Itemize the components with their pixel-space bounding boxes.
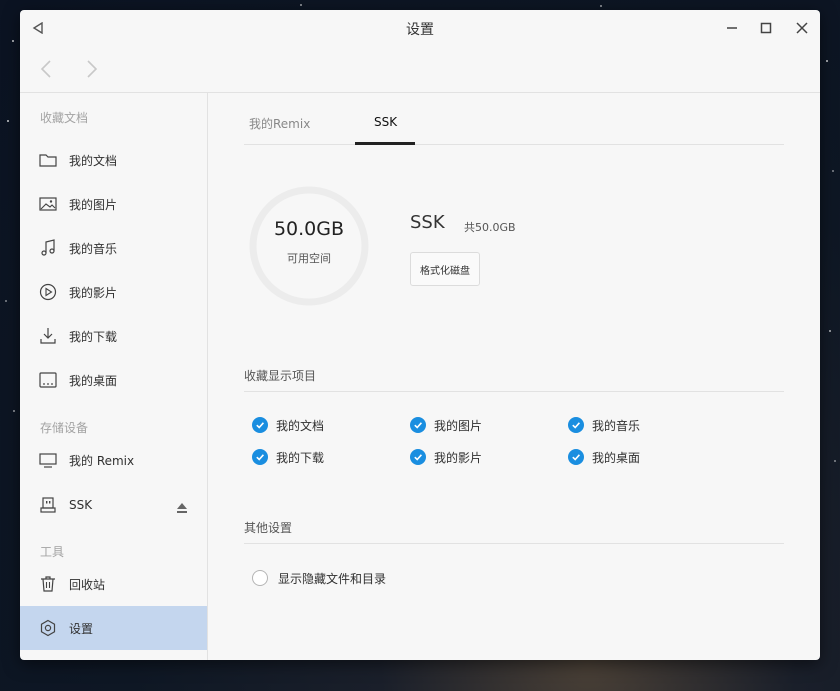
sidebar-item-music[interactable]: 我的音乐 [20, 226, 207, 270]
sidebar-item-label: 我的音乐 [69, 241, 118, 256]
favorites-section-title: 收藏文档 [40, 111, 89, 125]
sidebar-item-label: 我的桌面 [69, 373, 118, 388]
sidebar-item-trash[interactable]: 回收站 [20, 562, 207, 606]
checkbox-show-documents[interactable]: 我的文档 [252, 416, 324, 434]
other-settings-section-title: 其他设置 [244, 521, 293, 535]
video-icon [38, 282, 58, 302]
display-items-section-title: 收藏显示项目 [244, 369, 317, 383]
free-space-value: 50.0GB [273, 218, 345, 240]
back-arrow-icon[interactable] [36, 58, 58, 80]
sidebar-item-documents[interactable]: 我的文档 [20, 138, 207, 182]
sidebar-item-remix[interactable]: 我的 Remix [20, 438, 207, 482]
checkbox-label: 我的音乐 [592, 418, 641, 433]
sidebar-item-label: 我的下载 [69, 329, 118, 344]
settings-icon [38, 618, 58, 638]
monitor-icon [38, 450, 58, 470]
image-icon [38, 194, 58, 214]
checkbox-label: 我的图片 [434, 418, 483, 433]
unchecked-radio-icon [252, 570, 268, 586]
sidebar-item-label: 我的 Remix [69, 453, 135, 468]
check-icon [568, 449, 584, 465]
eject-icon[interactable] [175, 499, 189, 513]
checkbox-show-pictures[interactable]: 我的图片 [410, 416, 482, 434]
folder-icon [38, 150, 58, 170]
sidebar-item-downloads[interactable]: 我的下载 [20, 314, 207, 358]
maximize-button[interactable] [756, 18, 776, 38]
sidebar-item-settings[interactable]: 设置 [20, 606, 207, 650]
title-bar: 设置 [20, 10, 820, 46]
usb-drive-icon [38, 495, 58, 515]
active-tab-indicator [355, 142, 415, 145]
checkbox-show-videos[interactable]: 我的影片 [410, 448, 482, 466]
forward-arrow-icon[interactable] [80, 58, 102, 80]
checkbox-show-music[interactable]: 我的音乐 [568, 416, 640, 434]
window-title: 设置 [406, 22, 434, 38]
section-divider [244, 391, 784, 392]
checkbox-label: 我的桌面 [592, 450, 641, 465]
settings-window: 设置 收藏文档 我的文档 我的图片 我的音乐 我的影片 我的下载 我的桌面 存储… [20, 10, 820, 660]
download-icon [38, 326, 58, 346]
sidebar-item-label: 我的影片 [69, 285, 118, 300]
check-icon [410, 417, 426, 433]
sidebar: 收藏文档 我的文档 我的图片 我的音乐 我的影片 我的下载 我的桌面 存储设备 … [20, 93, 208, 660]
sidebar-item-label: 回收站 [69, 577, 106, 592]
check-icon [252, 417, 268, 433]
device-total-size: 共50.0GB [464, 221, 516, 234]
sidebar-item-label: 我的图片 [69, 197, 118, 212]
storage-section-title: 存储设备 [40, 421, 89, 435]
trash-icon [38, 574, 58, 594]
sidebar-item-videos[interactable]: 我的影片 [20, 270, 207, 314]
tab-ssk[interactable]: SSK [374, 115, 397, 129]
sidebar-item-label: 设置 [69, 621, 94, 636]
sidebar-item-label: SSK [69, 498, 93, 512]
sidebar-item-pictures[interactable]: 我的图片 [20, 182, 207, 226]
tab-my-remix[interactable]: 我的Remix [249, 115, 310, 132]
section-divider [244, 543, 784, 544]
checkbox-label: 我的文档 [276, 418, 325, 433]
check-icon [568, 417, 584, 433]
checkbox-label: 我的下载 [276, 450, 325, 465]
settings-main-panel: 我的Remix SSK 50.0GB 可用空间 SSK 共50.0GB 格式化磁… [208, 93, 820, 660]
sidebar-item-desktop[interactable]: 我的桌面 [20, 358, 207, 402]
checkbox-label: 我的影片 [434, 450, 483, 465]
sidebar-item-label: 我的文档 [69, 153, 118, 168]
desktop-icon [38, 370, 58, 390]
checkbox-show-downloads[interactable]: 我的下载 [252, 448, 324, 466]
tab-divider [244, 144, 784, 145]
sidebar-item-ssk[interactable]: SSK [20, 483, 207, 527]
device-name: SSK [410, 212, 445, 233]
minimize-button[interactable] [722, 18, 742, 38]
tools-section-title: 工具 [40, 545, 65, 559]
free-space-label: 可用空间 [287, 252, 331, 265]
check-icon [410, 449, 426, 465]
check-icon [252, 449, 268, 465]
music-icon [38, 238, 58, 258]
toggle-label: 显示隐藏文件和目录 [278, 571, 387, 586]
close-button[interactable] [792, 18, 812, 38]
toggle-show-hidden-files[interactable]: 显示隐藏文件和目录 [252, 569, 386, 587]
navigation-bar [20, 46, 820, 92]
format-disk-button[interactable]: 格式化磁盘 [410, 252, 480, 286]
checkbox-show-desktop[interactable]: 我的桌面 [568, 448, 640, 466]
storage-usage-ring [249, 186, 369, 306]
